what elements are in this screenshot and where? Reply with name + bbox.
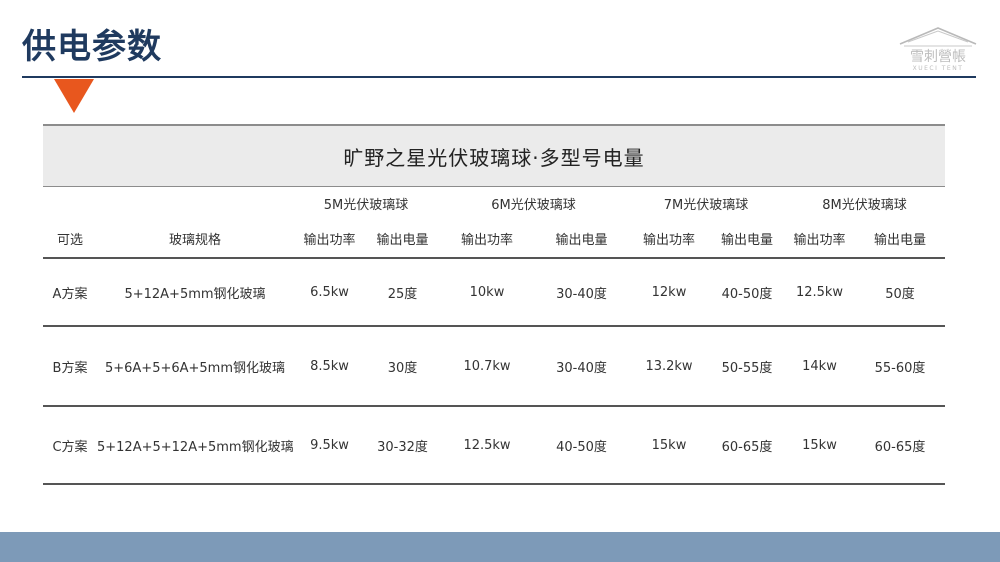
column-header: 输出功率 <box>439 220 535 259</box>
svg-text:XUECI TENT: XUECI TENT <box>913 65 964 72</box>
table-cell: 50-55度 <box>710 326 784 407</box>
table-cell: 10kw <box>439 258 535 327</box>
title-divider <box>22 76 976 78</box>
empty-cell <box>43 187 97 220</box>
table-cell: 5+12A+5+12A+5mm钢化玻璃 <box>97 406 294 485</box>
table-cell: 60-65度 <box>710 406 784 485</box>
table-cell: 8.5kw <box>293 326 366 407</box>
table-cell: 60-65度 <box>855 406 945 485</box>
power-table: 旷野之星光伏玻璃球·多型号电量 5M光伏玻璃球 6M光伏玻璃球 7M光伏玻璃球 … <box>43 124 945 485</box>
table-row: C方案 5+12A+5+12A+5mm钢化玻璃 9.5kw 30-32度 12.… <box>43 406 945 485</box>
table-cell: 14kw <box>784 326 855 407</box>
column-header: 输出电量 <box>855 220 945 259</box>
table-cell: 12.5kw <box>439 406 535 485</box>
table-cell: A方案 <box>43 258 97 327</box>
table-row: B方案 5+6A+5+6A+5mm钢化玻璃 8.5kw 30度 10.7kw 3… <box>43 326 945 407</box>
group-6m: 6M光伏玻璃球 <box>491 198 576 213</box>
column-header: 可选 <box>43 220 97 259</box>
table-cell: 15kw <box>784 406 855 485</box>
group-5m: 5M光伏玻璃球 <box>323 198 409 213</box>
model-group-row: 5M光伏玻璃球 6M光伏玻璃球 7M光伏玻璃球 8M光伏玻璃球 <box>43 187 945 220</box>
table-cell: 25度 <box>366 258 439 327</box>
footer-band <box>0 532 1000 562</box>
group-8m: 8M光伏玻璃球 <box>822 198 907 213</box>
table-cell: 40-50度 <box>710 258 784 327</box>
table-cell: B方案 <box>43 326 97 407</box>
page-title: 供电参数 <box>22 27 162 67</box>
table-cell: 40-50度 <box>535 406 628 485</box>
table-cell: 30-40度 <box>535 326 628 407</box>
empty-cell <box>97 187 293 220</box>
brand-logo: 雪刺營帳 XUECI TENT <box>896 22 980 72</box>
column-header: 输出功率 <box>628 220 710 259</box>
accent-triangle-icon <box>54 79 94 113</box>
table-caption: 旷野之星光伏玻璃球·多型号电量 <box>43 124 945 187</box>
table-cell: 50度 <box>855 258 945 327</box>
table-cell: 55-60度 <box>855 326 945 407</box>
group-7m: 7M光伏玻璃球 <box>663 198 749 213</box>
table-cell: 30-32度 <box>366 406 439 485</box>
column-header: 玻璃规格 <box>97 220 293 259</box>
column-header: 输出电量 <box>366 220 439 259</box>
table-cell: 5+12A+5mm钢化玻璃 <box>97 258 293 327</box>
column-header-row: 可选 玻璃规格 输出功率 输出电量 输出功率 输出电量 输出功率 输出电量 输出… <box>43 220 945 259</box>
power-parameters-table: 5M光伏玻璃球 6M光伏玻璃球 7M光伏玻璃球 8M光伏玻璃球 可选 玻璃规格 … <box>43 187 945 485</box>
table-cell: 13.2kw <box>628 326 710 407</box>
column-header: 输出功率 <box>784 220 855 259</box>
column-header: 输出功率 <box>293 220 366 259</box>
table-cell: 12kw <box>628 258 710 327</box>
table-cell: C方案 <box>43 406 97 485</box>
table-row: A方案 5+12A+5mm钢化玻璃 6.5kw 25度 10kw 30-40度 … <box>43 258 945 327</box>
table-cell: 30-40度 <box>535 258 628 327</box>
table-cell: 15kw <box>628 406 710 485</box>
table-cell: 6.5kw <box>293 258 366 327</box>
column-header: 输出电量 <box>535 220 628 259</box>
svg-text:雪刺營帳: 雪刺營帳 <box>910 49 966 65</box>
table-cell: 12.5kw <box>784 258 855 327</box>
column-header: 输出电量 <box>710 220 784 259</box>
table-cell: 5+6A+5+6A+5mm钢化玻璃 <box>97 326 293 407</box>
table-cell: 30度 <box>366 326 439 407</box>
table-cell: 10.7kw <box>439 326 535 407</box>
table-cell: 9.5kw <box>293 406 366 485</box>
